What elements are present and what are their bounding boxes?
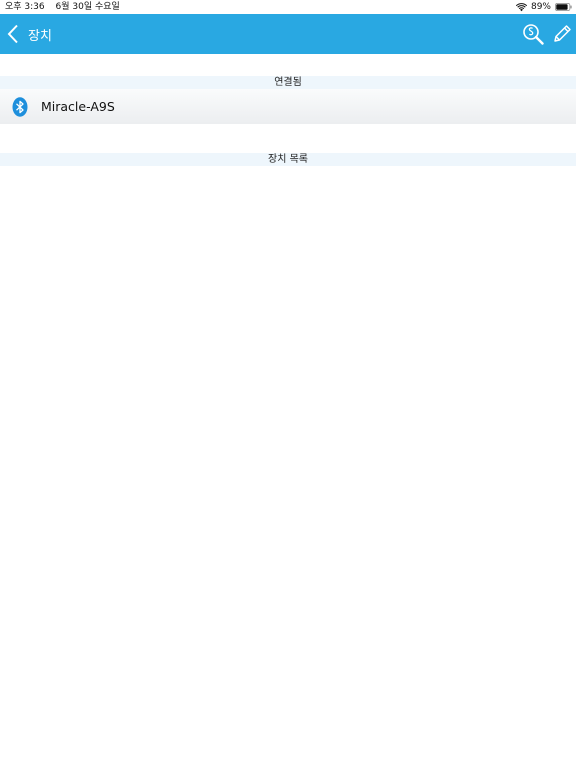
status-left: 오후 3:36 6월 30일 수요일	[5, 0, 128, 14]
status-right: 89%	[515, 0, 572, 14]
navigation-bar: 장치	[0, 14, 576, 54]
page-title: 장치	[28, 28, 52, 44]
scan-button[interactable]	[522, 23, 544, 45]
section-header-device-list: 장치 목록	[0, 153, 576, 166]
device-name: Miracle-A9S	[41, 99, 115, 114]
bluetooth-icon	[12, 96, 28, 117]
chevron-left-icon	[7, 24, 18, 44]
back-button[interactable]: 장치	[6, 14, 52, 54]
wifi-icon	[515, 2, 527, 11]
section-header-connected: 연결됨	[0, 76, 576, 89]
status-bar: 오후 3:36 6월 30일 수요일 89%	[0, 0, 576, 14]
scan-search-icon	[523, 24, 544, 45]
battery-percent: 89%	[530, 2, 551, 12]
edit-button[interactable]	[551, 23, 573, 45]
list-item[interactable]: Miracle-A9S	[0, 89, 576, 124]
pencil-icon	[554, 25, 571, 42]
battery-icon	[555, 3, 572, 11]
status-time: 오후 3:36	[5, 2, 45, 12]
status-date: 6월 30일 수요일	[55, 2, 120, 12]
